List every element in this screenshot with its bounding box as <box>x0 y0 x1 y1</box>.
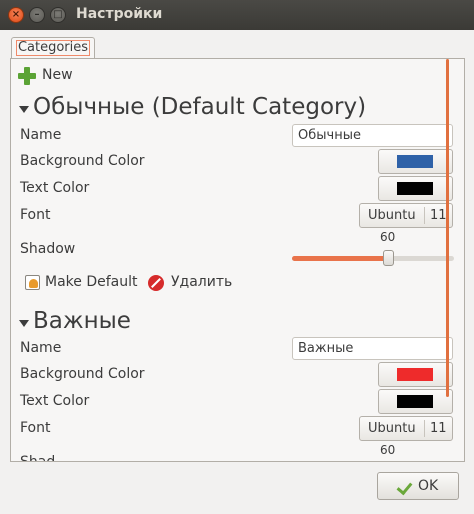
plus-icon <box>18 67 36 85</box>
name-label: Name <box>20 127 62 143</box>
background-color-swatch <box>397 368 433 381</box>
background-color-button[interactable] <box>378 149 453 174</box>
make-default-icon <box>25 275 40 290</box>
close-icon: × <box>11 9 21 20</box>
categories-panel: New Обычные (Default Category) Name Обыч… <box>10 58 465 462</box>
maximize-window-button[interactable]: □ <box>50 7 66 23</box>
background-color-button[interactable] <box>378 362 453 387</box>
shadow-slider[interactable] <box>292 250 454 266</box>
window-title: Настройки <box>76 6 163 22</box>
text-color-swatch <box>397 182 433 195</box>
text-color-button[interactable] <box>378 389 453 414</box>
close-window-button[interactable]: × <box>8 7 24 23</box>
vertical-scrollbar[interactable] <box>446 59 449 397</box>
shadow-label: Shadow <box>20 241 76 257</box>
background-color-swatch <box>397 155 433 168</box>
category-title: Важные <box>33 308 131 334</box>
shadow-label: Shad <box>20 454 56 462</box>
name-field[interactable]: Важные <box>292 337 453 360</box>
expander-arrow-icon <box>19 106 29 113</box>
font-size: 11 <box>430 421 447 436</box>
delete-label: Удалить <box>171 274 233 290</box>
font-name: Ubuntu <box>368 421 416 436</box>
delete-category-button[interactable]: Удалить <box>147 273 237 293</box>
font-label: Font <box>20 420 51 436</box>
make-default-label: Make Default <box>45 274 138 290</box>
shadow-slider-fill <box>292 256 389 261</box>
tab-categories-label: Categories <box>16 40 90 56</box>
make-default-button[interactable]: Make Default <box>21 273 139 293</box>
minimize-window-button[interactable]: – <box>29 7 45 23</box>
tab-categories[interactable]: Categories <box>11 37 95 59</box>
font-button[interactable]: Ubuntu 11 <box>359 203 453 228</box>
font-size: 11 <box>430 208 447 223</box>
name-field[interactable]: Обычные <box>292 124 453 147</box>
category-title: Обычные (Default Category) <box>33 94 367 120</box>
expander-arrow-icon <box>19 320 29 327</box>
shadow-value: 60 <box>380 443 396 457</box>
delete-icon <box>148 275 164 291</box>
text-color-label: Text Color <box>20 180 90 196</box>
minimize-icon: – <box>34 9 40 20</box>
font-label: Font <box>20 207 51 223</box>
text-color-swatch <box>397 395 433 408</box>
shadow-slider-handle[interactable] <box>383 250 394 266</box>
title-bar: × – □ Настройки <box>0 0 474 30</box>
background-color-label: Background Color <box>20 366 145 382</box>
maximize-icon: □ <box>53 9 63 20</box>
name-label: Name <box>20 340 62 356</box>
text-color-button[interactable] <box>378 176 453 201</box>
background-color-label: Background Color <box>20 153 145 169</box>
new-category-label: New <box>42 67 73 83</box>
font-button-separator <box>424 207 425 224</box>
font-button[interactable]: Ubuntu 11 <box>359 416 453 441</box>
font-name: Ubuntu <box>368 208 416 223</box>
font-button-separator <box>424 420 425 437</box>
shadow-value: 60 <box>380 230 396 244</box>
ok-button[interactable]: OK <box>377 472 459 500</box>
checkmark-icon <box>396 478 413 496</box>
text-color-label: Text Color <box>20 393 90 409</box>
ok-label: OK <box>418 478 439 494</box>
